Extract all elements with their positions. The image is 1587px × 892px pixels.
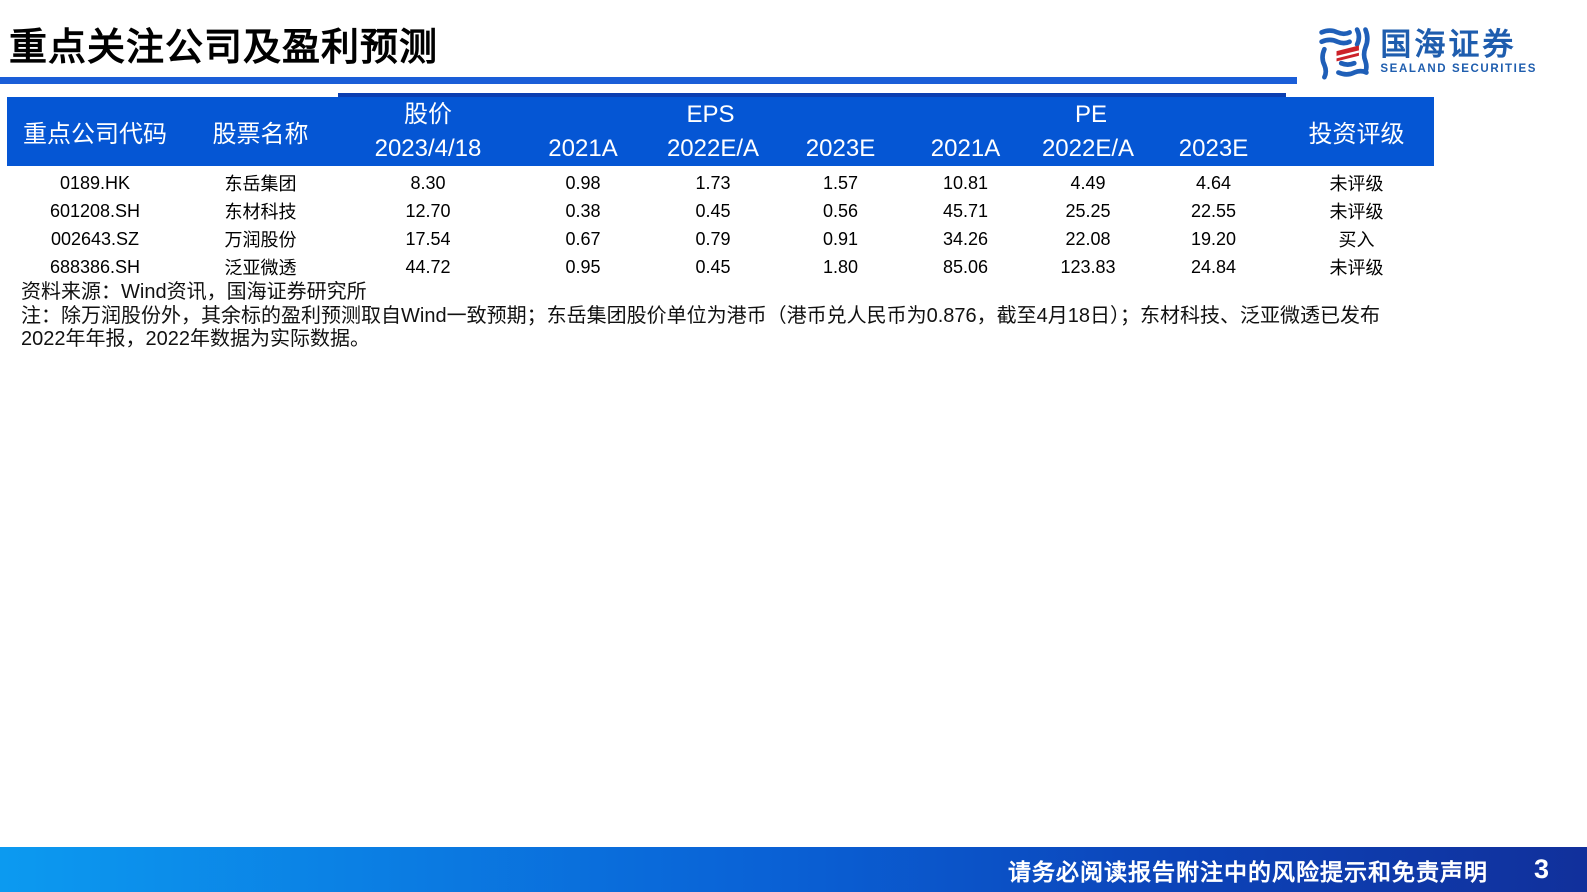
header-eps-group: EPS [686, 101, 735, 128]
table-row: 002643.SZ 万润股份 17.54 0.67 0.79 0.91 34.2… [7, 225, 1434, 253]
cell-pe-2021: 85.06 [942, 256, 989, 277]
cell-eps-2021: 0.95 [565, 256, 601, 277]
logo-red-flag-icon [1336, 45, 1360, 62]
header-eps-2023e: 2023E [805, 135, 876, 162]
cell-name: 东岳集团 [224, 174, 297, 194]
cell-eps-2022: 1.73 [695, 172, 731, 193]
cell-eps-2022: 0.45 [695, 256, 731, 277]
table-row: 0189.HK 东岳集团 8.30 0.98 1.73 1.57 10.81 4… [7, 169, 1434, 197]
cell-rating: 未评级 [1329, 174, 1384, 194]
cell-code: 688386.SH [49, 256, 141, 277]
cell-name: 东材科技 [224, 202, 297, 222]
cell-price: 12.70 [405, 200, 451, 221]
footnote: 注：除万润股份外，其余标的盈利预测取自Wind一致预期；东岳集团股价单位为港币（… [21, 304, 1380, 351]
cell-eps-2021: 0.38 [565, 200, 601, 221]
table-row: 601208.SH 东材科技 12.70 0.38 0.45 0.56 45.7… [7, 197, 1434, 225]
cell-name: 泛亚微透 [224, 258, 297, 278]
cell-pe-2023: 4.64 [1195, 172, 1232, 193]
cell-pe-2022: 123.83 [1060, 256, 1116, 277]
footer-bar: 请务必阅读报告附注中的风险提示和免责声明 3 [0, 847, 1587, 892]
header-pe-2021a: 2021A [930, 135, 1001, 162]
header-pe-group: PE [1074, 101, 1107, 128]
cell-eps-2021: 0.67 [565, 228, 601, 249]
cell-pe-2023: 19.20 [1190, 228, 1237, 249]
cell-code: 0189.HK [59, 172, 131, 193]
logo-subtitle: SEALAND SECURITIES [1380, 62, 1537, 75]
table-row: 688386.SH 泛亚微透 44.72 0.95 0.45 1.80 85.0… [7, 253, 1434, 281]
cell-eps-2023: 0.91 [822, 228, 859, 249]
cell-code: 601208.SH [49, 200, 141, 221]
cell-eps-2023: 0.56 [822, 200, 859, 221]
cell-price: 8.30 [410, 172, 446, 193]
cell-code: 002643.SZ [50, 228, 140, 249]
header-eps-2022ea: 2022E/A [666, 135, 760, 162]
cell-eps-2022: 0.45 [695, 200, 731, 221]
cell-pe-2022: 25.25 [1065, 200, 1111, 221]
cell-rating: 买入 [1338, 230, 1375, 250]
cell-name: 万润股份 [224, 230, 297, 250]
cell-pe-2021: 34.26 [942, 228, 989, 249]
cell-price: 44.72 [405, 256, 451, 277]
header-eps-2021a: 2021A [548, 135, 618, 162]
cell-price: 17.54 [405, 228, 451, 249]
logo-text: 国海证券 SEALAND SECURITIES [1380, 29, 1537, 76]
logo-name: 国海证券 [1380, 26, 1517, 62]
cell-eps-2023: 1.57 [822, 172, 859, 193]
header-company-code: 重点公司代码 [23, 121, 167, 148]
header-price-date: 2023/4/18 [374, 135, 482, 162]
title-underline [0, 77, 1297, 84]
header-pe-2022ea: 2022E/A [1041, 135, 1135, 162]
footer-disclaimer: 请务必阅读报告附注中的风险提示和免责声明 [1007, 858, 1488, 885]
table-header: 重点公司代码 股票名称 股价 2023/4/18 EPS 2021A 2022E… [7, 93, 1434, 166]
cell-pe-2023: 22.55 [1190, 200, 1237, 221]
header-rating: 投资评级 [1308, 121, 1405, 148]
header-pe-2023e: 2023E [1178, 135, 1249, 162]
cell-pe-2022: 22.08 [1065, 228, 1111, 249]
company-logo: 国海证券 SEALAND SECURITIES [1316, 24, 1537, 80]
cell-pe-2023: 24.84 [1190, 256, 1237, 277]
header-stock-name: 股票名称 [212, 121, 309, 148]
header-accent-strip [338, 93, 1286, 97]
cell-rating: 未评级 [1329, 258, 1384, 278]
sealand-logo-icon [1319, 27, 1371, 80]
table-body: 0189.HK 东岳集团 8.30 0.98 1.73 1.57 10.81 4… [7, 169, 1434, 281]
cell-pe-2022: 4.49 [1070, 172, 1106, 193]
forecast-table: 重点公司代码 股票名称 股价 2023/4/18 EPS 2021A 2022E… [7, 93, 1434, 281]
source-note: 资料来源：Wind资讯，国海证券研究所 [21, 281, 367, 303]
header-price-group: 股价 [404, 101, 452, 128]
page-title: 重点关注公司及盈利预测 [9, 27, 439, 69]
report-slide: 重点关注公司及盈利预测 国海证券 SEALAND SECURITIES 重点公司… [0, 0, 1587, 892]
cell-pe-2021: 10.81 [942, 172, 989, 193]
cell-eps-2023: 1.80 [822, 256, 859, 277]
cell-pe-2021: 45.71 [942, 200, 989, 221]
cell-eps-2021: 0.98 [565, 172, 601, 193]
table-notes: 资料来源：Wind资讯，国海证券研究所 注：除万润股份外，其余标的盈利预测取自W… [21, 281, 1401, 352]
page-number: 3 [1533, 854, 1549, 884]
cell-rating: 未评级 [1329, 202, 1384, 222]
cell-eps-2022: 0.79 [695, 228, 731, 249]
